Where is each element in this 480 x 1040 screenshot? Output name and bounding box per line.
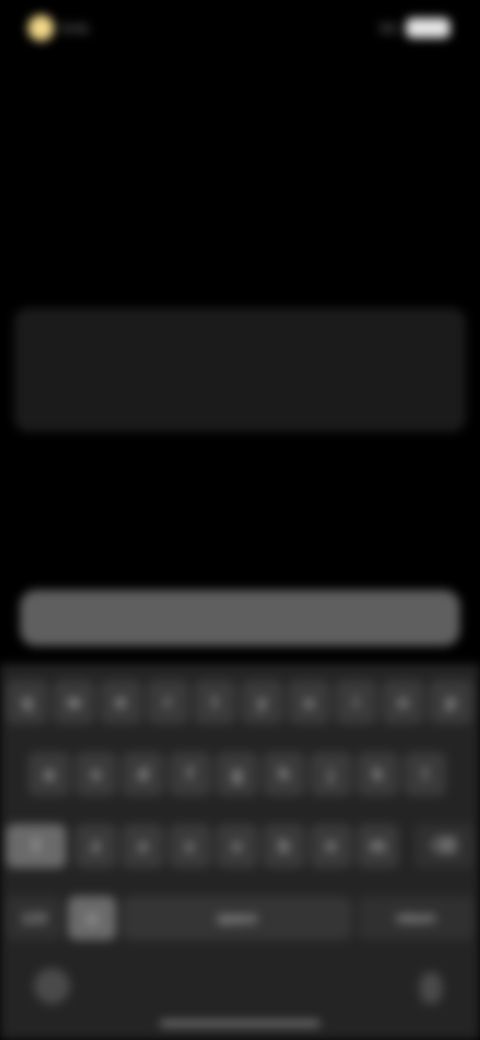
microphone-icon[interactable] bbox=[420, 972, 442, 1004]
key-y[interactable]: y bbox=[241, 680, 283, 724]
key-a[interactable]: a bbox=[28, 752, 70, 796]
input-card[interactable] bbox=[14, 308, 466, 432]
network-label: 5G bbox=[379, 20, 398, 36]
backspace-icon[interactable]: ⌫ bbox=[414, 824, 474, 868]
key-w[interactable]: w bbox=[53, 680, 95, 724]
key-o[interactable]: o bbox=[382, 680, 424, 724]
step-label bbox=[100, 74, 380, 98]
key-p[interactable]: p bbox=[429, 680, 473, 724]
key-j[interactable]: j bbox=[310, 752, 352, 796]
key-d[interactable]: d bbox=[122, 752, 164, 796]
key-m[interactable]: m bbox=[357, 824, 399, 868]
app-screen: 9:41 5G q w e r t y u i o p a s d f g h … bbox=[0, 0, 480, 1040]
status-left: 9:41 bbox=[28, 14, 89, 42]
yellow-dot-icon bbox=[28, 15, 54, 41]
key-s[interactable]: s bbox=[75, 752, 117, 796]
keyboard-row-1: q w e r t y u i o p bbox=[0, 676, 480, 728]
key-e[interactable]: e bbox=[100, 680, 142, 724]
emoji-key[interactable]: ☺ bbox=[68, 896, 116, 940]
on-screen-keyboard: q w e r t y u i o p a s d f g h j k l ⇧ … bbox=[0, 664, 480, 1040]
status-right: 5G bbox=[379, 16, 450, 40]
key-q[interactable]: q bbox=[6, 680, 48, 724]
key-t[interactable]: t bbox=[194, 680, 236, 724]
shift-icon[interactable]: ⇧ bbox=[6, 824, 66, 868]
globe-icon[interactable] bbox=[34, 968, 70, 1004]
return-key[interactable]: return bbox=[358, 896, 474, 940]
key-z[interactable]: z bbox=[75, 824, 117, 868]
key-b[interactable]: b bbox=[263, 824, 305, 868]
status-bar: 9:41 5G bbox=[0, 0, 480, 56]
home-indicator bbox=[160, 1021, 320, 1026]
space-key[interactable]: space bbox=[122, 896, 352, 940]
battery-icon bbox=[406, 18, 450, 38]
key-c[interactable]: c bbox=[169, 824, 211, 868]
keyboard-row-3: ⇧ z x c v b n m ⌫ bbox=[0, 820, 480, 872]
key-n[interactable]: n bbox=[310, 824, 352, 868]
key-k[interactable]: k bbox=[357, 752, 399, 796]
keyboard-row-2: a s d f g h j k l bbox=[0, 748, 480, 800]
continue-button[interactable] bbox=[20, 590, 460, 646]
key-l[interactable]: l bbox=[404, 752, 446, 796]
key-v[interactable]: v bbox=[216, 824, 258, 868]
numbers-key[interactable]: 123 bbox=[6, 896, 62, 940]
key-u[interactable]: u bbox=[288, 680, 330, 724]
keyboard-row-4: 123 ☺ space return bbox=[0, 892, 480, 944]
key-f[interactable]: f bbox=[169, 752, 211, 796]
text-input[interactable] bbox=[36, 360, 448, 412]
key-x[interactable]: x bbox=[122, 824, 164, 868]
key-r[interactable]: r bbox=[147, 680, 189, 724]
key-i[interactable]: i bbox=[335, 680, 377, 724]
key-g[interactable]: g bbox=[216, 752, 258, 796]
status-time: 9:41 bbox=[62, 20, 90, 36]
key-h[interactable]: h bbox=[263, 752, 305, 796]
